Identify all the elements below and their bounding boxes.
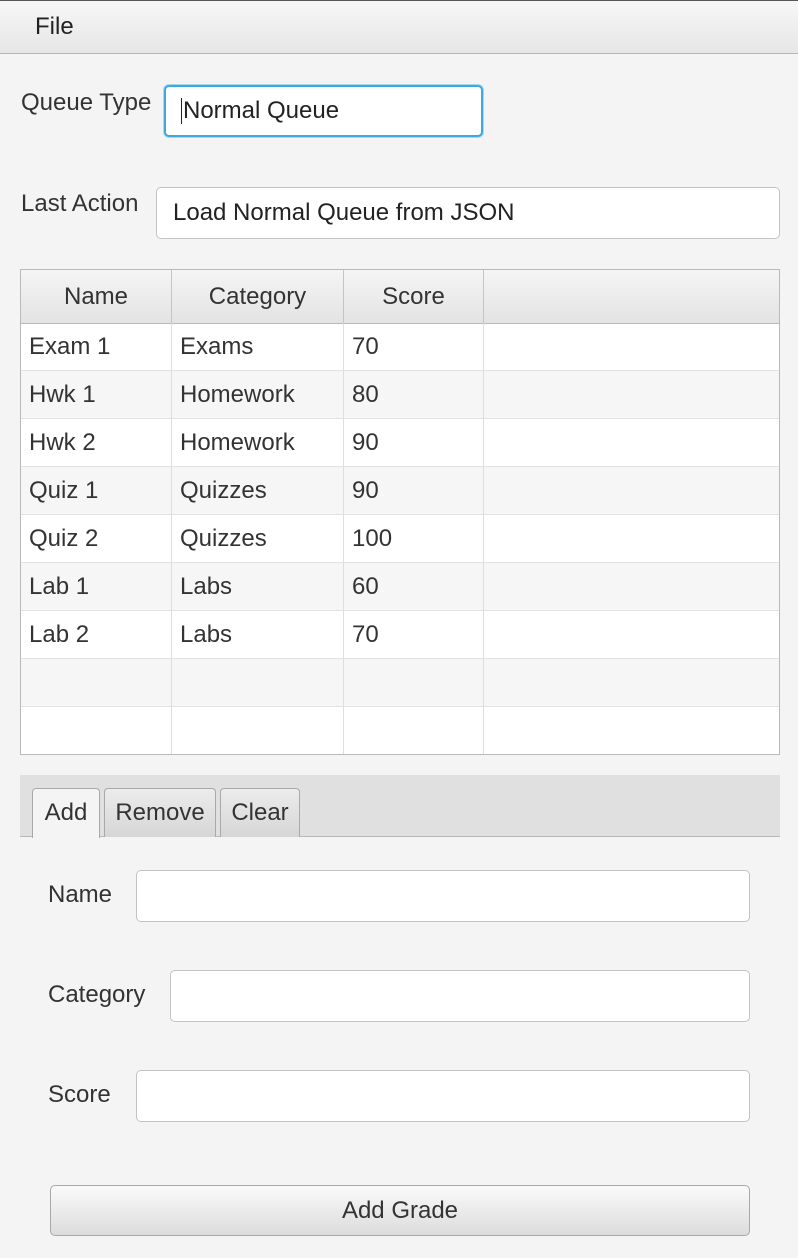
score-field[interactable]	[136, 1070, 750, 1122]
cell-score: 80	[344, 371, 484, 418]
column-header-name[interactable]: Name	[21, 270, 172, 323]
table-row[interactable]: Hwk 1 Homework 80	[21, 371, 779, 419]
cell-name: Lab 2	[21, 611, 172, 658]
last-action-label: Last Action	[21, 190, 139, 217]
tab-clear[interactable]: Clear	[220, 788, 300, 837]
cell-category: Homework	[172, 371, 344, 418]
category-label: Category	[48, 981, 146, 1008]
tab-header: Add Remove Clear	[20, 775, 780, 838]
category-field[interactable]	[170, 970, 750, 1022]
cell-category: Labs	[172, 563, 344, 610]
cell-category: Exams	[172, 323, 344, 370]
cell-score: 60	[344, 563, 484, 610]
add-grade-button[interactable]: Add Grade	[50, 1185, 750, 1236]
cell-category: Quizzes	[172, 467, 344, 514]
column-header-filler	[484, 270, 779, 323]
column-header-category[interactable]: Category	[172, 270, 344, 323]
table-row[interactable]: Quiz 2 Quizzes 100	[21, 515, 779, 563]
name-label: Name	[48, 881, 113, 908]
grades-table[interactable]: Name Category Score Exam 1 Exams 70 Hwk …	[20, 269, 780, 755]
tab-add[interactable]: Add	[32, 788, 100, 838]
cell-name: Hwk 1	[21, 371, 172, 418]
queue-type-field[interactable]: Normal Queue	[164, 85, 483, 137]
table-row-empty	[21, 707, 779, 755]
menu-file[interactable]: File	[35, 13, 74, 41]
last-action-value: Load Normal Queue from JSON	[173, 199, 515, 226]
cell-name: Exam 1	[21, 323, 172, 370]
table-row-empty	[21, 659, 779, 707]
tab-remove[interactable]: Remove	[104, 788, 216, 837]
table-row[interactable]: Lab 2 Labs 70	[21, 611, 779, 659]
cell-name: Hwk 2	[21, 419, 172, 466]
cell-score: 70	[344, 611, 484, 658]
cell-category: Homework	[172, 419, 344, 466]
queue-type-label: Queue Type	[21, 89, 152, 116]
text-caret	[181, 98, 182, 124]
score-label: Score	[48, 1081, 111, 1108]
table-row[interactable]: Lab 1 Labs 60	[21, 563, 779, 611]
table-row[interactable]: Exam 1 Exams 70	[21, 323, 779, 371]
cell-score: 90	[344, 419, 484, 466]
menu-bar: File	[0, 0, 798, 54]
cell-name: Lab 1	[21, 563, 172, 610]
cell-name: Quiz 2	[21, 515, 172, 562]
table-row[interactable]: Hwk 2 Homework 90	[21, 419, 779, 467]
queue-type-value: Normal Queue	[183, 97, 340, 124]
column-header-score[interactable]: Score	[344, 270, 484, 323]
table-row[interactable]: Quiz 1 Quizzes 90	[21, 467, 779, 515]
last-action-field[interactable]: Load Normal Queue from JSON	[156, 187, 780, 239]
cell-score: 100	[344, 515, 484, 562]
cell-category: Labs	[172, 611, 344, 658]
table-header: Name Category Score	[21, 270, 779, 324]
cell-name: Quiz 1	[21, 467, 172, 514]
cell-category: Quizzes	[172, 515, 344, 562]
cell-score: 90	[344, 467, 484, 514]
cell-score: 70	[344, 323, 484, 370]
name-field[interactable]	[136, 870, 750, 922]
